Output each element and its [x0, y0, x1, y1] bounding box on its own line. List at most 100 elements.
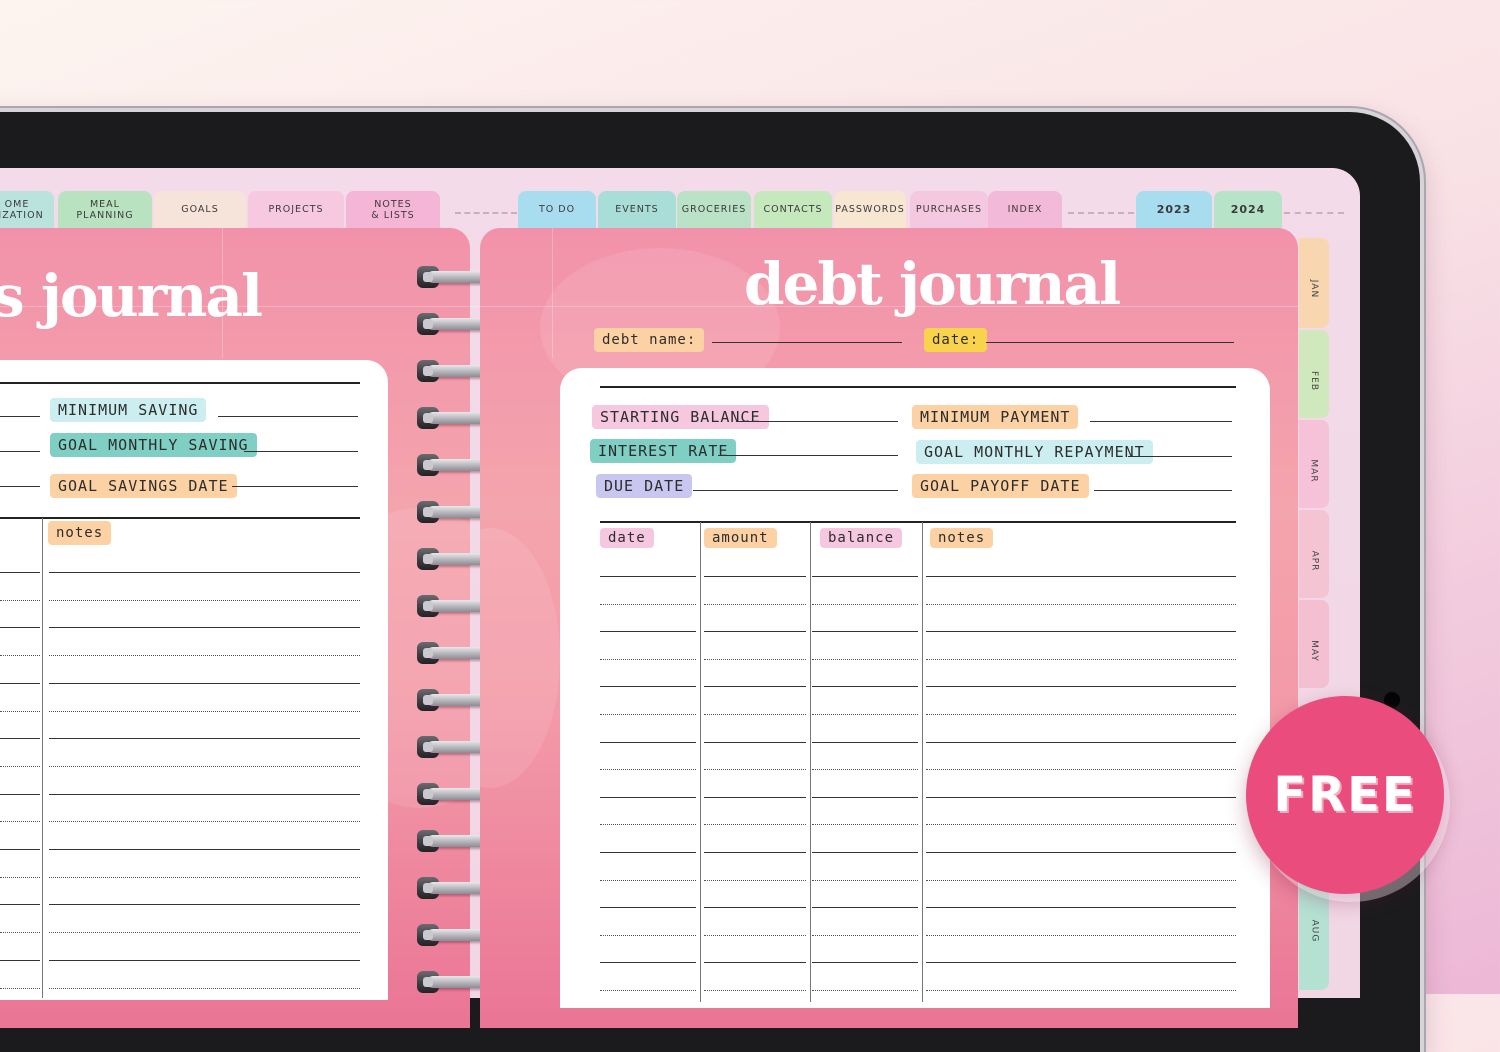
table-row-line[interactable]	[704, 962, 806, 964]
table-row-line[interactable]	[704, 631, 806, 633]
tab-ome-nization[interactable]: OME NIZATION	[0, 191, 54, 228]
table-row-line[interactable]	[812, 990, 918, 991]
month-tab-apr[interactable]: APR	[1299, 510, 1329, 598]
table-row-line[interactable]	[704, 603, 806, 605]
table-row-line[interactable]	[926, 741, 1236, 743]
goal-monthly-saving-line[interactable]	[244, 451, 358, 452]
tab-meal-planning[interactable]: MEAL PLANNING	[58, 191, 152, 228]
table-row-line[interactable]	[926, 714, 1236, 715]
table-row-line[interactable]	[704, 990, 806, 991]
table-row-line[interactable]	[600, 769, 696, 771]
table-row-line[interactable]	[926, 603, 1236, 605]
goal-monthly-repayment-label: GOAL MONTHLY REPAYMENT	[916, 440, 1153, 464]
tab-projects[interactable]: PROJECTS	[248, 191, 344, 228]
tab-goals[interactable]: GOALS	[154, 191, 246, 228]
table-row-line[interactable]	[812, 658, 918, 660]
table-row-line[interactable]	[926, 631, 1236, 633]
table-row-line[interactable]	[600, 934, 696, 936]
table-row-line[interactable]	[600, 686, 696, 688]
table-row-line[interactable]	[812, 907, 918, 909]
table-row-line[interactable]	[704, 824, 806, 826]
month-tab-label: FEB	[1308, 370, 1319, 392]
debt-name-label: debt name:	[594, 328, 705, 352]
minimum-saving-line[interactable]	[218, 416, 358, 417]
tab-passwords[interactable]: PASSWORDS	[834, 191, 906, 228]
table-row-line[interactable]	[812, 879, 918, 881]
table-row-line[interactable]	[812, 576, 918, 577]
table-row-line[interactable]	[926, 962, 1236, 964]
table-row-line[interactable]	[926, 934, 1236, 936]
table-row-line[interactable]	[704, 769, 806, 771]
month-tab-feb[interactable]: FEB	[1299, 330, 1329, 418]
table-row-line[interactable]	[600, 576, 696, 577]
table-row-line[interactable]	[704, 934, 806, 936]
tab-year-2024[interactable]: 2024	[1214, 191, 1282, 228]
table-row-line[interactable]	[812, 686, 918, 688]
table-row-line[interactable]	[926, 907, 1236, 909]
month-tab-jan[interactable]: JAN	[1299, 238, 1329, 328]
table-row-line[interactable]	[926, 852, 1236, 853]
table-row-line[interactable]	[600, 824, 696, 826]
table-row-line[interactable]	[926, 686, 1236, 688]
table-row-line[interactable]	[704, 741, 806, 743]
due-date-field[interactable]	[693, 490, 898, 491]
table-row-line[interactable]	[600, 990, 696, 991]
table-row-line[interactable]	[704, 907, 806, 909]
table-row-line[interactable]	[812, 824, 918, 826]
tab-notes-lists[interactable]: NOTES & LISTS	[346, 191, 440, 228]
table-row-line[interactable]	[600, 714, 696, 715]
table-row-line[interactable]	[812, 934, 918, 936]
minimum-payment-field[interactable]	[1090, 421, 1232, 422]
tab-to-do[interactable]: TO DO	[518, 191, 596, 228]
goal-monthly-repayment-field[interactable]	[1128, 456, 1232, 457]
table-row-line[interactable]	[704, 714, 806, 715]
tab-year-2023[interactable]: 2023	[1136, 191, 1212, 228]
table-row-line[interactable]	[926, 879, 1236, 881]
table-row-line[interactable]	[600, 879, 696, 881]
table-row-line[interactable]	[600, 741, 696, 743]
date-field[interactable]	[986, 342, 1234, 343]
tab-groceries[interactable]: GROCERIES	[677, 191, 751, 228]
table-row-line[interactable]	[812, 852, 918, 853]
tab-purchases[interactable]: PURCHASES	[910, 191, 988, 228]
table-row-line[interactable]	[812, 796, 918, 798]
table-row-line[interactable]	[600, 852, 696, 853]
table-row-line[interactable]	[926, 576, 1236, 577]
month-tab-aug[interactable]: AUG	[1299, 880, 1329, 990]
table-row-line[interactable]	[812, 714, 918, 715]
starting-balance-field[interactable]	[736, 421, 898, 422]
table-row-line[interactable]	[704, 686, 806, 688]
table-row-line[interactable]	[704, 576, 806, 577]
table-row-line[interactable]	[704, 852, 806, 853]
table-row-line[interactable]	[600, 658, 696, 660]
table-row-line[interactable]	[600, 631, 696, 633]
table-row-line[interactable]	[812, 631, 918, 633]
tab-contacts[interactable]: CONTACTS	[754, 191, 832, 228]
table-row-line[interactable]	[600, 907, 696, 909]
table-row-line[interactable]	[812, 769, 918, 771]
goal-payoff-date-field[interactable]	[1094, 490, 1232, 491]
month-tab-mar[interactable]: MAR	[1299, 420, 1329, 508]
tab-events[interactable]: EVENTS	[598, 191, 676, 228]
table-row-line[interactable]	[926, 990, 1236, 991]
table-row-line[interactable]	[600, 603, 696, 605]
table-row-line[interactable]	[812, 741, 918, 743]
table-row-line[interactable]	[704, 879, 806, 881]
table-row-line[interactable]	[926, 824, 1236, 826]
table-row-line[interactable]	[600, 962, 696, 964]
table-row-line[interactable]	[926, 769, 1236, 771]
left-notes-header: notes	[48, 521, 112, 545]
column-header-notes: notes	[930, 528, 994, 548]
month-tab-may[interactable]: MAY	[1299, 600, 1329, 688]
table-row-line[interactable]	[704, 796, 806, 798]
interest-rate-field[interactable]	[718, 455, 898, 456]
goal-savings-date-line[interactable]	[232, 486, 358, 487]
table-row-line[interactable]	[812, 603, 918, 605]
table-row-line[interactable]	[926, 796, 1236, 798]
table-row-line[interactable]	[812, 962, 918, 964]
table-row-line[interactable]	[704, 658, 806, 660]
tab-index[interactable]: INDEX	[988, 191, 1062, 228]
table-row-line[interactable]	[926, 658, 1236, 660]
debt-name-field[interactable]	[712, 342, 902, 343]
table-row-line[interactable]	[600, 796, 696, 798]
